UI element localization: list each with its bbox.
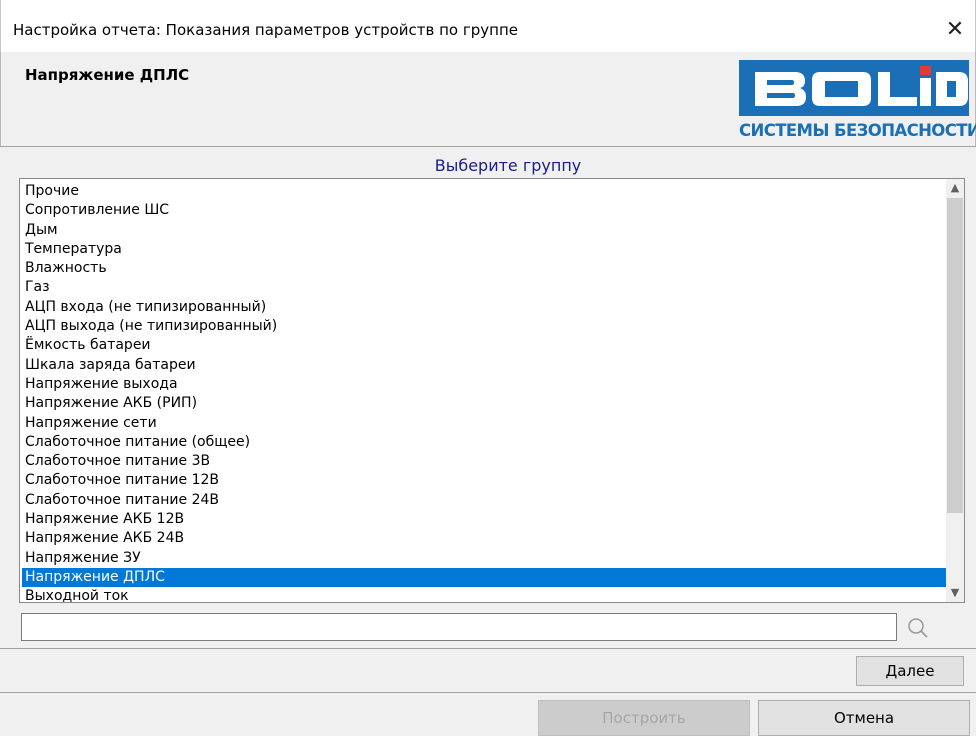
search-icon[interactable] [904,614,932,642]
group-list-item[interactable]: Температура [22,240,946,259]
group-list-item[interactable]: Дым [22,221,946,240]
logo-tagline: СИСТЕМЫ БЕЗОПАСНОСТИ [739,121,976,140]
report-name: Напряжение ДПЛС [25,66,190,84]
group-list-item[interactable]: Напряжение сети [22,414,946,433]
group-list-item[interactable]: Слаботочное питание 3В [22,452,946,471]
divider [0,692,976,693]
group-list-item[interactable]: Шкала заряда батареи [22,356,946,375]
group-list-item[interactable]: Ёмкость батареи [22,336,946,355]
logo-mark [739,60,969,116]
group-list-item[interactable]: Слаботочное питание 12В [22,471,946,490]
group-list-item[interactable]: АЦП выхода (не типизированный) [22,317,946,336]
bolid-logo: СИСТЕМЫ БЕЗОПАСНОСТИ [739,60,976,146]
scroll-down-icon[interactable]: ▼ [946,584,964,602]
cancel-button[interactable]: Отмена [758,700,970,736]
group-list-item[interactable]: Сопротивление ШС [22,201,946,220]
group-list-item[interactable]: АЦП входа (не типизированный) [22,298,946,317]
group-list-item[interactable]: Напряжение ЗУ [22,549,946,568]
logo-mark-svg [739,60,969,116]
window-titlebar: Настройка отчета: Показания параметров у… [0,0,976,52]
window-title: Настройка отчета: Показания параметров у… [13,21,518,39]
group-list-item[interactable]: Прочие [22,182,946,201]
report-header: Напряжение ДПЛС СИСТЕМЫ БЕЗОПАСНОСТИ [0,52,976,147]
scroll-thumb[interactable] [947,198,963,513]
group-list-item[interactable]: Слаботочное питание (общее) [22,433,946,452]
group-list-item[interactable]: Влажность [22,259,946,278]
divider [0,648,976,649]
group-list-item[interactable]: Напряжение выхода [22,375,946,394]
group-list-item[interactable]: Напряжение АКБ 12В [22,510,946,529]
search-input[interactable] [21,613,897,641]
close-icon[interactable]: ✕ [935,10,975,50]
group-list: Прочие Сопротивление ШС Дым Температура Влаж… [22,182,946,602]
group-list-item[interactable]: Слаботочное питание 24В [22,491,946,510]
next-button[interactable]: Далее [856,656,964,686]
list-scrollbar[interactable]: ▲ ▼ [946,179,964,602]
scroll-up-icon[interactable]: ▲ [946,179,964,197]
group-list-item[interactable]: Напряжение АКБ (РИП) [22,394,946,413]
group-prompt: Выберите группу [434,156,582,175]
build-button[interactable]: Построить [538,700,750,736]
group-list-item[interactable]: Напряжение ДПЛС [22,567,946,588]
group-list-item[interactable]: Выходной ток [22,587,946,602]
group-listbox[interactable]: Прочие Сопротивление ШС Дым Температура Влаж… [19,178,965,603]
group-list-item[interactable]: Напряжение АКБ 24В [22,529,946,548]
group-list-item[interactable]: Газ [22,278,946,297]
